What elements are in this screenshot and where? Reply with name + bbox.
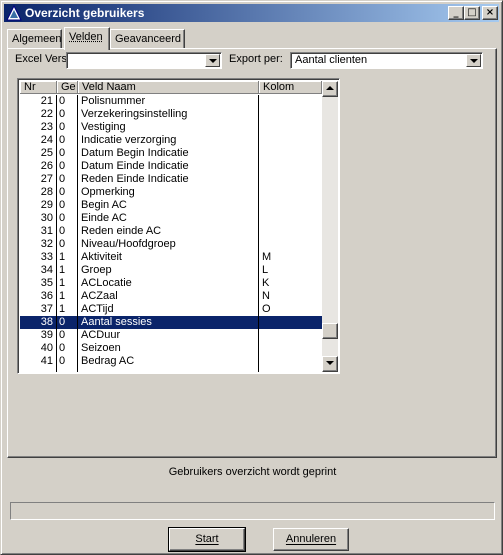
- tab-panel-velden: [7, 48, 497, 458]
- tab-geavanceerd[interactable]: Geavanceerd: [110, 29, 185, 49]
- tab-label: Algemeen: [12, 33, 62, 45]
- window-title: Overzicht gebruikers: [25, 6, 144, 20]
- main-window: Overzicht gebruikers _ □ × Algemeen Veld…: [0, 0, 503, 555]
- start-button[interactable]: Start: [169, 528, 245, 551]
- annuleren-button[interactable]: Annuleren: [273, 528, 349, 551]
- tab-label: Geavanceerd: [115, 33, 181, 45]
- tab-algemeen[interactable]: Algemeen: [7, 29, 62, 49]
- maximize-button[interactable]: □: [464, 6, 480, 20]
- tab-label: Velden: [69, 31, 103, 43]
- tab-velden[interactable]: Velden: [64, 27, 110, 50]
- title-bar[interactable]: Overzicht gebruikers _ □ ×: [4, 4, 499, 22]
- app-icon: [6, 5, 22, 21]
- status-message: Gebruikers overzicht wordt geprint: [1, 466, 503, 478]
- minimize-button[interactable]: _: [448, 6, 464, 20]
- progress-bar: [10, 502, 495, 520]
- close-button[interactable]: ×: [482, 6, 498, 20]
- annuleren-button-label: Annuleren: [286, 533, 336, 545]
- start-button-label: Start: [195, 533, 218, 545]
